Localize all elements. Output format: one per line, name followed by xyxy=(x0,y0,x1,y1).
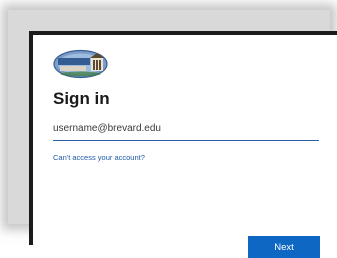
brevard-college-logo xyxy=(53,49,108,79)
next-button[interactable]: Next xyxy=(248,236,320,258)
cant-access-account-link[interactable]: Can't access your account? xyxy=(53,153,145,162)
email-field[interactable] xyxy=(53,117,319,141)
page-title: Sign in xyxy=(53,89,110,108)
sign-in-dialog: Sign in Can't access your account? Next xyxy=(29,31,337,258)
